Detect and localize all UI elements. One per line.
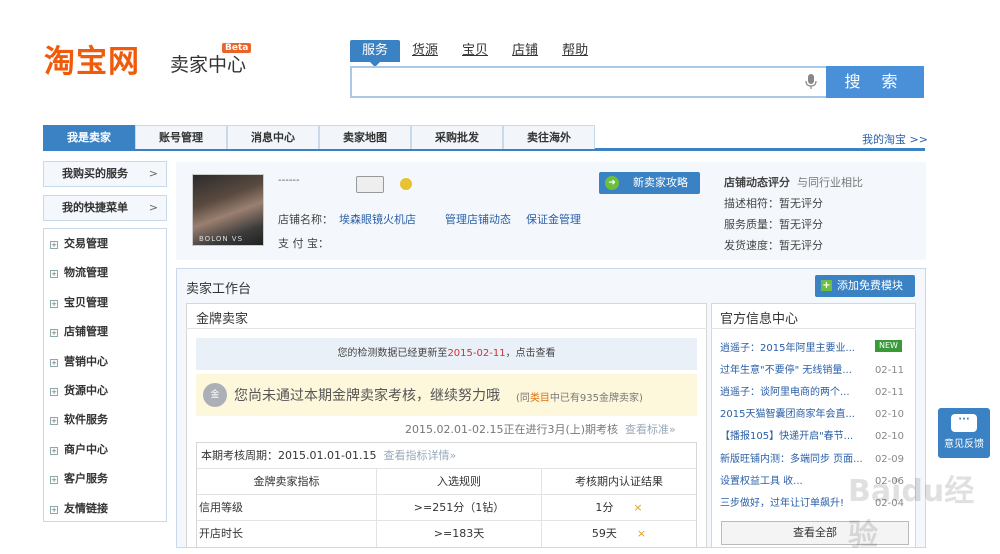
sidebar-quick-menu[interactable]: 我的快捷菜单 > <box>43 195 167 221</box>
view-details-link[interactable]: 查看指标详情» <box>383 443 456 468</box>
gold-medal-icon: 金 <box>203 383 227 407</box>
expand-icon: + <box>50 417 58 426</box>
shop-name-link[interactable]: 埃森眼镜火机店 <box>339 211 416 227</box>
gold-criteria-table: 本期考核周期： 2015.01.01-01.15 查看指标详情» 金牌卖家指标 入… <box>196 442 697 548</box>
cycle-row: 本期考核周期： 2015.01.01-01.15 查看指标详情» <box>197 443 696 469</box>
beta-badge: Beta <box>222 43 252 53</box>
fail-icon: × <box>633 501 643 514</box>
table-header: 金牌卖家指标 入选规则 考核期内认证结果 <box>197 469 696 495</box>
nav-tab-overseas[interactable]: 卖往海外 <box>503 125 595 149</box>
nav-tab-messages[interactable]: 消息中心 <box>227 125 319 149</box>
sidebar-item-items[interactable]: + 宝贝管理 <box>44 288 166 317</box>
new-seller-guide-button[interactable]: ➜ 新卖家攻略 <box>599 172 700 194</box>
official-info-title: 官方信息中心 <box>720 312 799 327</box>
nav-tab-account[interactable]: 账号管理 <box>135 125 227 149</box>
expand-icon: + <box>50 505 58 514</box>
rating-delivery: 发货速度：暂无评分 <box>724 239 823 252</box>
table-row: 信用等级 >=251分（1钻） 1分 × <box>197 495 696 521</box>
plus-icon: + <box>821 280 832 291</box>
news-item[interactable]: 【播报105】快递开启"春节... 02-10 <box>720 426 910 448</box>
sidebar-item-shop[interactable]: + 店铺管理 <box>44 317 166 346</box>
search-tab-item[interactable]: 宝贝 <box>450 40 500 62</box>
category-gold-count: (同类目中已有935金牌卖家) <box>516 393 643 404</box>
search-tab-supply[interactable]: 货源 <box>400 40 450 62</box>
manage-shop-link[interactable]: 管理店铺动态 <box>445 211 511 227</box>
deposit-link[interactable]: 保证金管理 <box>526 211 581 227</box>
alipay-label: 支 付 宝： <box>278 237 329 250</box>
sidebar-bought-services-label: 我购买的服务 <box>62 167 128 180</box>
sidebar-item-software[interactable]: + 软件服务 <box>44 405 166 434</box>
microphone-icon[interactable] <box>805 74 817 90</box>
chevron-right-icon: > <box>148 201 158 214</box>
sidebar-item-customer-service[interactable]: + 客户服务 <box>44 464 166 493</box>
gold-seller-title: 金牌卖家 <box>196 312 249 327</box>
sidebar-item-logistics[interactable]: + 物流管理 <box>44 258 166 287</box>
chevron-right-icon: > <box>148 167 158 180</box>
expand-icon: + <box>50 329 58 338</box>
fail-icon: × <box>636 527 647 540</box>
sidebar-menu: + 交易管理 + 物流管理 + 宝贝管理 + 店铺管理 + 营销中心 + 货源中心 + 软件服… <box>43 228 167 522</box>
search-tabs: 服务 货源 宝贝 店铺 帮助 <box>350 40 600 67</box>
nav-tab-seller[interactable]: 我是卖家 <box>43 125 135 149</box>
expand-icon: + <box>50 270 58 279</box>
news-item[interactable]: 逍遥子：2015年阿里主要业... <box>720 338 910 360</box>
rating-service: 服务质量：暂无评分 <box>724 218 823 231</box>
nav-tab-wholesale[interactable]: 采购批发 <box>411 125 503 149</box>
flower-icon <box>400 178 412 190</box>
nav-tab-seller-map[interactable]: 卖家地图 <box>319 125 411 149</box>
search-input[interactable] <box>350 66 828 98</box>
seller-badge-icon[interactable] <box>356 176 384 193</box>
search-tab-help[interactable]: 帮助 <box>550 40 600 62</box>
expand-icon: + <box>50 387 58 396</box>
search-button[interactable]: 搜 索 <box>826 66 924 98</box>
assessment-warning-text: 您尚未通过本期金牌卖家考核，继续努力哦 <box>234 388 500 404</box>
divider <box>711 328 916 329</box>
taobao-logo[interactable]: 淘宝网 <box>44 36 140 81</box>
data-update-notice[interactable]: 您的检测数据已经更新至2015-02-11，点击查看 <box>196 338 697 370</box>
seller-center-title: 卖家中心 <box>170 54 247 76</box>
masked-username: ------ <box>278 175 300 186</box>
expand-icon: + <box>50 299 58 308</box>
search-tab-shop[interactable]: 店铺 <box>500 40 550 62</box>
expand-icon: + <box>50 241 58 249</box>
feedback-button[interactable]: ··· 意见反馈 <box>938 408 990 458</box>
sidebar-item-trade[interactable]: + 交易管理 <box>44 229 166 258</box>
news-item[interactable]: 过年生意"不要停" 无线销量... 02-11 <box>720 360 910 382</box>
news-item[interactable]: 逍遥子：谈阿里电商的两个... 02-11 <box>720 382 910 404</box>
chat-bubble-icon: ··· <box>951 414 977 432</box>
sidebar-item-friend-links[interactable]: + 友情链接 <box>44 494 166 523</box>
sidebar-bought-services[interactable]: 我购买的服务 > <box>43 161 167 187</box>
add-module-button[interactable]: + 添加免费模块 <box>815 275 915 297</box>
rating-title: 店铺动态评分 <box>724 176 790 189</box>
sidebar-quick-menu-label: 我的快捷菜单 <box>62 201 128 214</box>
arrow-right-icon: ➜ <box>605 176 619 190</box>
expand-icon: + <box>50 476 58 485</box>
main-nav: 我是卖家 账号管理 消息中心 卖家地图 采购批发 卖往海外 <box>43 125 925 151</box>
watermark: Baidu经验 <box>848 474 975 553</box>
sidebar-item-marketing[interactable]: + 营销中心 <box>44 347 166 376</box>
search-tab-service[interactable]: 服务 <box>350 40 401 67</box>
news-item[interactable]: 2015天猫智囊团商家年会直... 02-10 <box>720 404 910 426</box>
my-taobao-link[interactable]: 我的淘宝 >> <box>862 131 928 147</box>
expand-icon: + <box>50 358 58 367</box>
workbench-title: 卖家工作台 <box>186 282 252 297</box>
sidebar-item-merchant[interactable]: + 商户中心 <box>44 435 166 464</box>
table-row: 开店时长 >=183天 59天 × <box>197 521 696 547</box>
assessment-period: 2015.02.01-02.15正在进行3月(上)期考核 查看标准» <box>405 423 676 436</box>
shop-avatar[interactable]: BOLON VS <box>192 174 264 246</box>
rating-description: 描述相符：暂无评分 <box>724 197 823 210</box>
expand-icon: + <box>50 446 58 455</box>
view-standard-link[interactable]: 查看标准» <box>625 423 676 436</box>
shop-rating: 店铺动态评分 与同行业相比 描述相符：暂无评分 服务质量：暂无评分 发货速度：暂… <box>724 172 863 256</box>
sidebar-item-supply[interactable]: + 货源中心 <box>44 376 166 405</box>
rating-compare: 与同行业相比 <box>797 176 863 189</box>
divider <box>186 328 707 329</box>
shop-name-label: 店铺名称： <box>278 213 333 226</box>
